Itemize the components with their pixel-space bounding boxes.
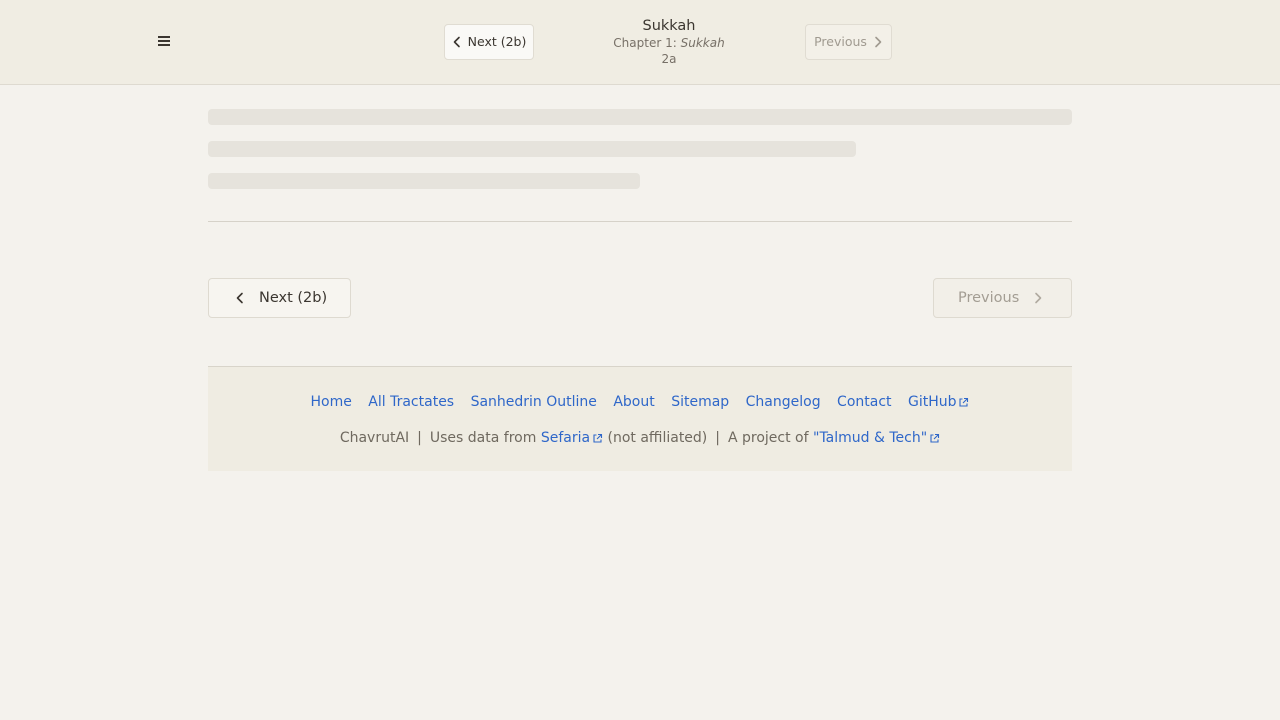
separator: | xyxy=(715,430,720,446)
previous-page-button[interactable]: Previous xyxy=(933,278,1072,318)
loading-skeleton-line xyxy=(208,109,1072,125)
header-previous-button[interactable]: Previous xyxy=(805,24,892,60)
footer-link-home[interactable]: Home xyxy=(311,394,352,410)
sefaria-label: Sefaria xyxy=(540,430,591,446)
next-page-label: Next (2b) xyxy=(259,290,328,306)
footer-link-sitemap[interactable]: Sitemap xyxy=(671,394,729,410)
content-divider xyxy=(208,221,1072,222)
chevron-left-icon xyxy=(236,292,243,304)
header-previous-label: Previous xyxy=(814,34,867,49)
chevron-left-icon xyxy=(453,36,460,48)
footer-link-all-tractates[interactable]: All Tractates xyxy=(368,394,454,410)
footer-link-contact[interactable]: Contact xyxy=(837,394,891,410)
site-footer: Home All Tractates Sanhedrin Outline Abo… xyxy=(208,366,1072,471)
brand-name: ChavrutAI xyxy=(339,430,410,446)
separator: | xyxy=(417,430,422,446)
previous-page-label: Previous xyxy=(958,290,1020,306)
header-next-label: Next (2b) xyxy=(467,34,527,49)
chapter-name: Sukkah xyxy=(680,36,725,50)
loading-skeleton-line xyxy=(208,141,856,157)
talmud-tech-link[interactable]: "Talmud & Tech" xyxy=(813,430,940,446)
top-header: Next (2b) Sukkah Chapter 1: Sukkah 2a Pr… xyxy=(0,0,1280,85)
talmud-tech-label: "Talmud & Tech" xyxy=(813,430,928,446)
footer-links: Home All Tractates Sanhedrin Outline Abo… xyxy=(208,392,1072,412)
chapter-title: Chapter 1: Sukkah xyxy=(569,35,769,51)
chevron-right-icon xyxy=(1035,292,1042,304)
chapter-prefix: Chapter 1: xyxy=(613,36,681,50)
hamburger-menu-icon[interactable] xyxy=(158,35,170,47)
external-link-icon xyxy=(959,397,969,407)
external-link-icon xyxy=(593,433,603,443)
sefaria-link[interactable]: Sefaria xyxy=(541,430,603,446)
tractate-title: Sukkah xyxy=(642,18,696,34)
footer-credits: ChavrutAI | Uses data from Sefaria (not af… xyxy=(208,428,1072,448)
github-label: GitHub xyxy=(907,394,957,410)
footer-link-sanhedrin-outline[interactable]: Sanhedrin Outline xyxy=(471,394,597,410)
loading-skeleton-line xyxy=(208,173,640,189)
next-page-button[interactable]: Next (2b) xyxy=(208,278,351,318)
page-title-block: Sukkah Chapter 1: Sukkah 2a xyxy=(569,17,769,67)
not-affiliated-text: (not affiliated) xyxy=(607,430,708,446)
external-link-icon xyxy=(930,433,940,443)
project-of-text: A project of xyxy=(727,430,809,446)
page-number: 2a xyxy=(661,52,677,66)
footer-link-changelog[interactable]: Changelog xyxy=(746,394,821,410)
footer-link-github[interactable]: GitHub xyxy=(908,394,970,410)
uses-data-text: Uses data from xyxy=(429,430,537,446)
header-next-button[interactable]: Next (2b) xyxy=(444,24,534,60)
footer-link-about[interactable]: About xyxy=(613,394,654,410)
chevron-right-icon xyxy=(875,36,882,48)
